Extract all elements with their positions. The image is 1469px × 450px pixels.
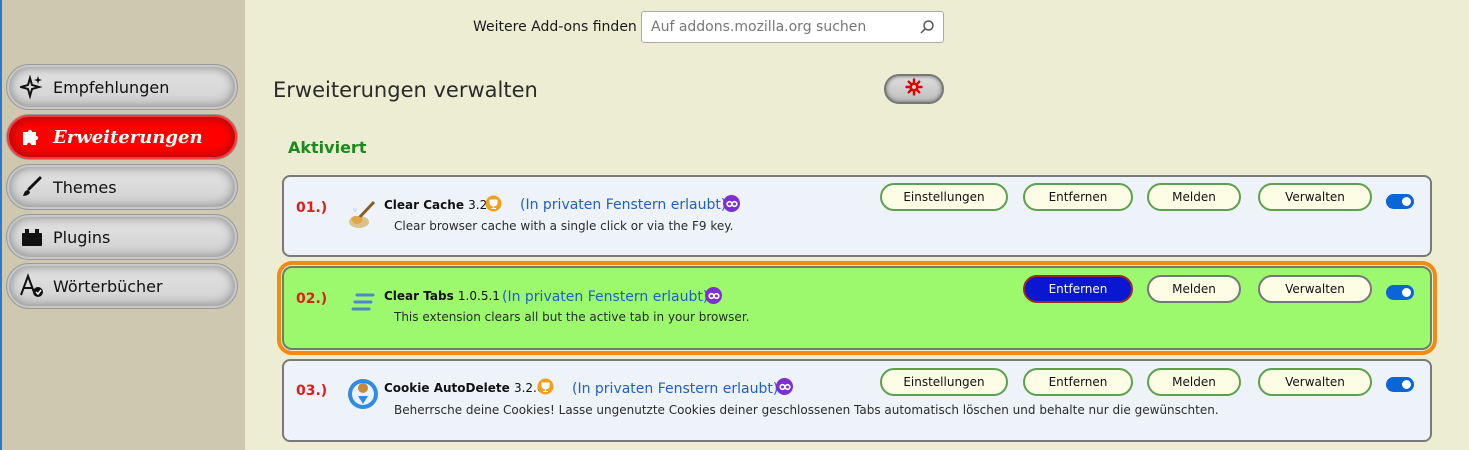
private-mask-icon [705, 287, 722, 304]
enable-toggle[interactable] [1386, 377, 1414, 392]
recommended-badge-icon [485, 195, 502, 212]
search-icon[interactable] [919, 19, 935, 39]
extension-card: 03.) Cookie AutoDelete 3.2.0 (In private… [282, 359, 1432, 442]
private-windows-label: (In privaten Fenstern erlaubt) [502, 289, 709, 305]
sidebar-item-plugins[interactable]: Plugins [6, 214, 238, 260]
plugin-icon [19, 224, 45, 250]
report-button[interactable]: Melden [1147, 183, 1241, 211]
extension-name: Clear Cache 3.2 [384, 198, 488, 212]
report-button[interactable]: Melden [1147, 368, 1241, 396]
private-mask-icon [776, 378, 793, 395]
manage-button[interactable]: Verwalten [1258, 275, 1372, 303]
sidebar-item-themes[interactable]: Themes [6, 164, 238, 210]
dictionary-icon [19, 273, 45, 299]
find-addons-label: Weitere Add-ons finden [473, 19, 637, 35]
remove-button[interactable]: Entfernen [1023, 368, 1133, 396]
private-mask-icon [723, 195, 740, 212]
search-input[interactable] [642, 12, 902, 42]
private-windows-label: (In privaten Fenstern erlaubt) [572, 381, 779, 397]
puzzle-icon [19, 124, 45, 150]
section-heading-enabled: Aktiviert [288, 138, 367, 157]
sidebar-item-woerterbuecher[interactable]: Wörterbücher [6, 263, 238, 309]
extension-name: Cookie AutoDelete 3.2.0 [384, 381, 545, 395]
addon-search-box[interactable] [641, 11, 944, 43]
manage-button[interactable]: Verwalten [1258, 183, 1372, 211]
settings-button[interactable]: Einstellungen [880, 183, 1008, 211]
clear-tabs-icon [346, 285, 380, 319]
extension-name: Clear Tabs 1.0.5.1 [384, 289, 500, 303]
enable-toggle[interactable] [1386, 285, 1414, 300]
sidebar-item-empfehlungen[interactable]: Empfehlungen [6, 64, 238, 110]
extension-card: 02.) Clear Tabs 1.0.5.1 (In privaten Fen… [277, 261, 1437, 355]
sidebar-item-label: Themes [53, 177, 117, 197]
private-windows-label: (In privaten Fenstern erlaubt) [520, 197, 727, 213]
remove-button[interactable]: Entfernen [1023, 183, 1133, 211]
sidebar-item-label: Empfehlungen [53, 77, 170, 97]
sidebar-item-label: Erweiterungen [53, 126, 203, 148]
brush-icon [19, 174, 45, 200]
cookie-recycle-icon [346, 377, 380, 411]
sidebar-item-label: Plugins [53, 227, 111, 247]
sidebar-item-erweiterungen[interactable]: Erweiterungen [6, 114, 238, 160]
sidebar-item-label: Wörterbücher [53, 276, 163, 296]
manage-button[interactable]: Verwalten [1258, 368, 1372, 396]
remove-button[interactable]: Entfernen [1023, 275, 1133, 303]
report-button[interactable]: Melden [1147, 275, 1241, 303]
broom-icon [346, 197, 380, 231]
extension-number: 03.) [296, 383, 328, 399]
sparkle-icon [19, 74, 45, 100]
extension-number: 01.) [296, 200, 328, 216]
gear-icon [905, 78, 923, 100]
recommended-badge-icon [537, 378, 554, 395]
extension-number: 02.) [296, 291, 328, 307]
extension-description: Beherrsche deine Cookies! Lasse ungenutz… [394, 403, 1219, 417]
extension-card: 01.) Clear Cache 3.2 (In privaten Fenste… [282, 175, 1432, 257]
settings-button[interactable]: Einstellungen [880, 368, 1008, 396]
extension-description: This extension clears all but the active… [394, 310, 750, 324]
enable-toggle[interactable] [1386, 194, 1414, 209]
extension-description: Clear browser cache with a single click … [394, 219, 734, 233]
sidebar: Empfehlungen Erweiterungen Themes Plugin… [0, 0, 245, 450]
page-title: Erweiterungen verwalten [273, 78, 538, 102]
tools-menu-button[interactable] [884, 74, 944, 104]
